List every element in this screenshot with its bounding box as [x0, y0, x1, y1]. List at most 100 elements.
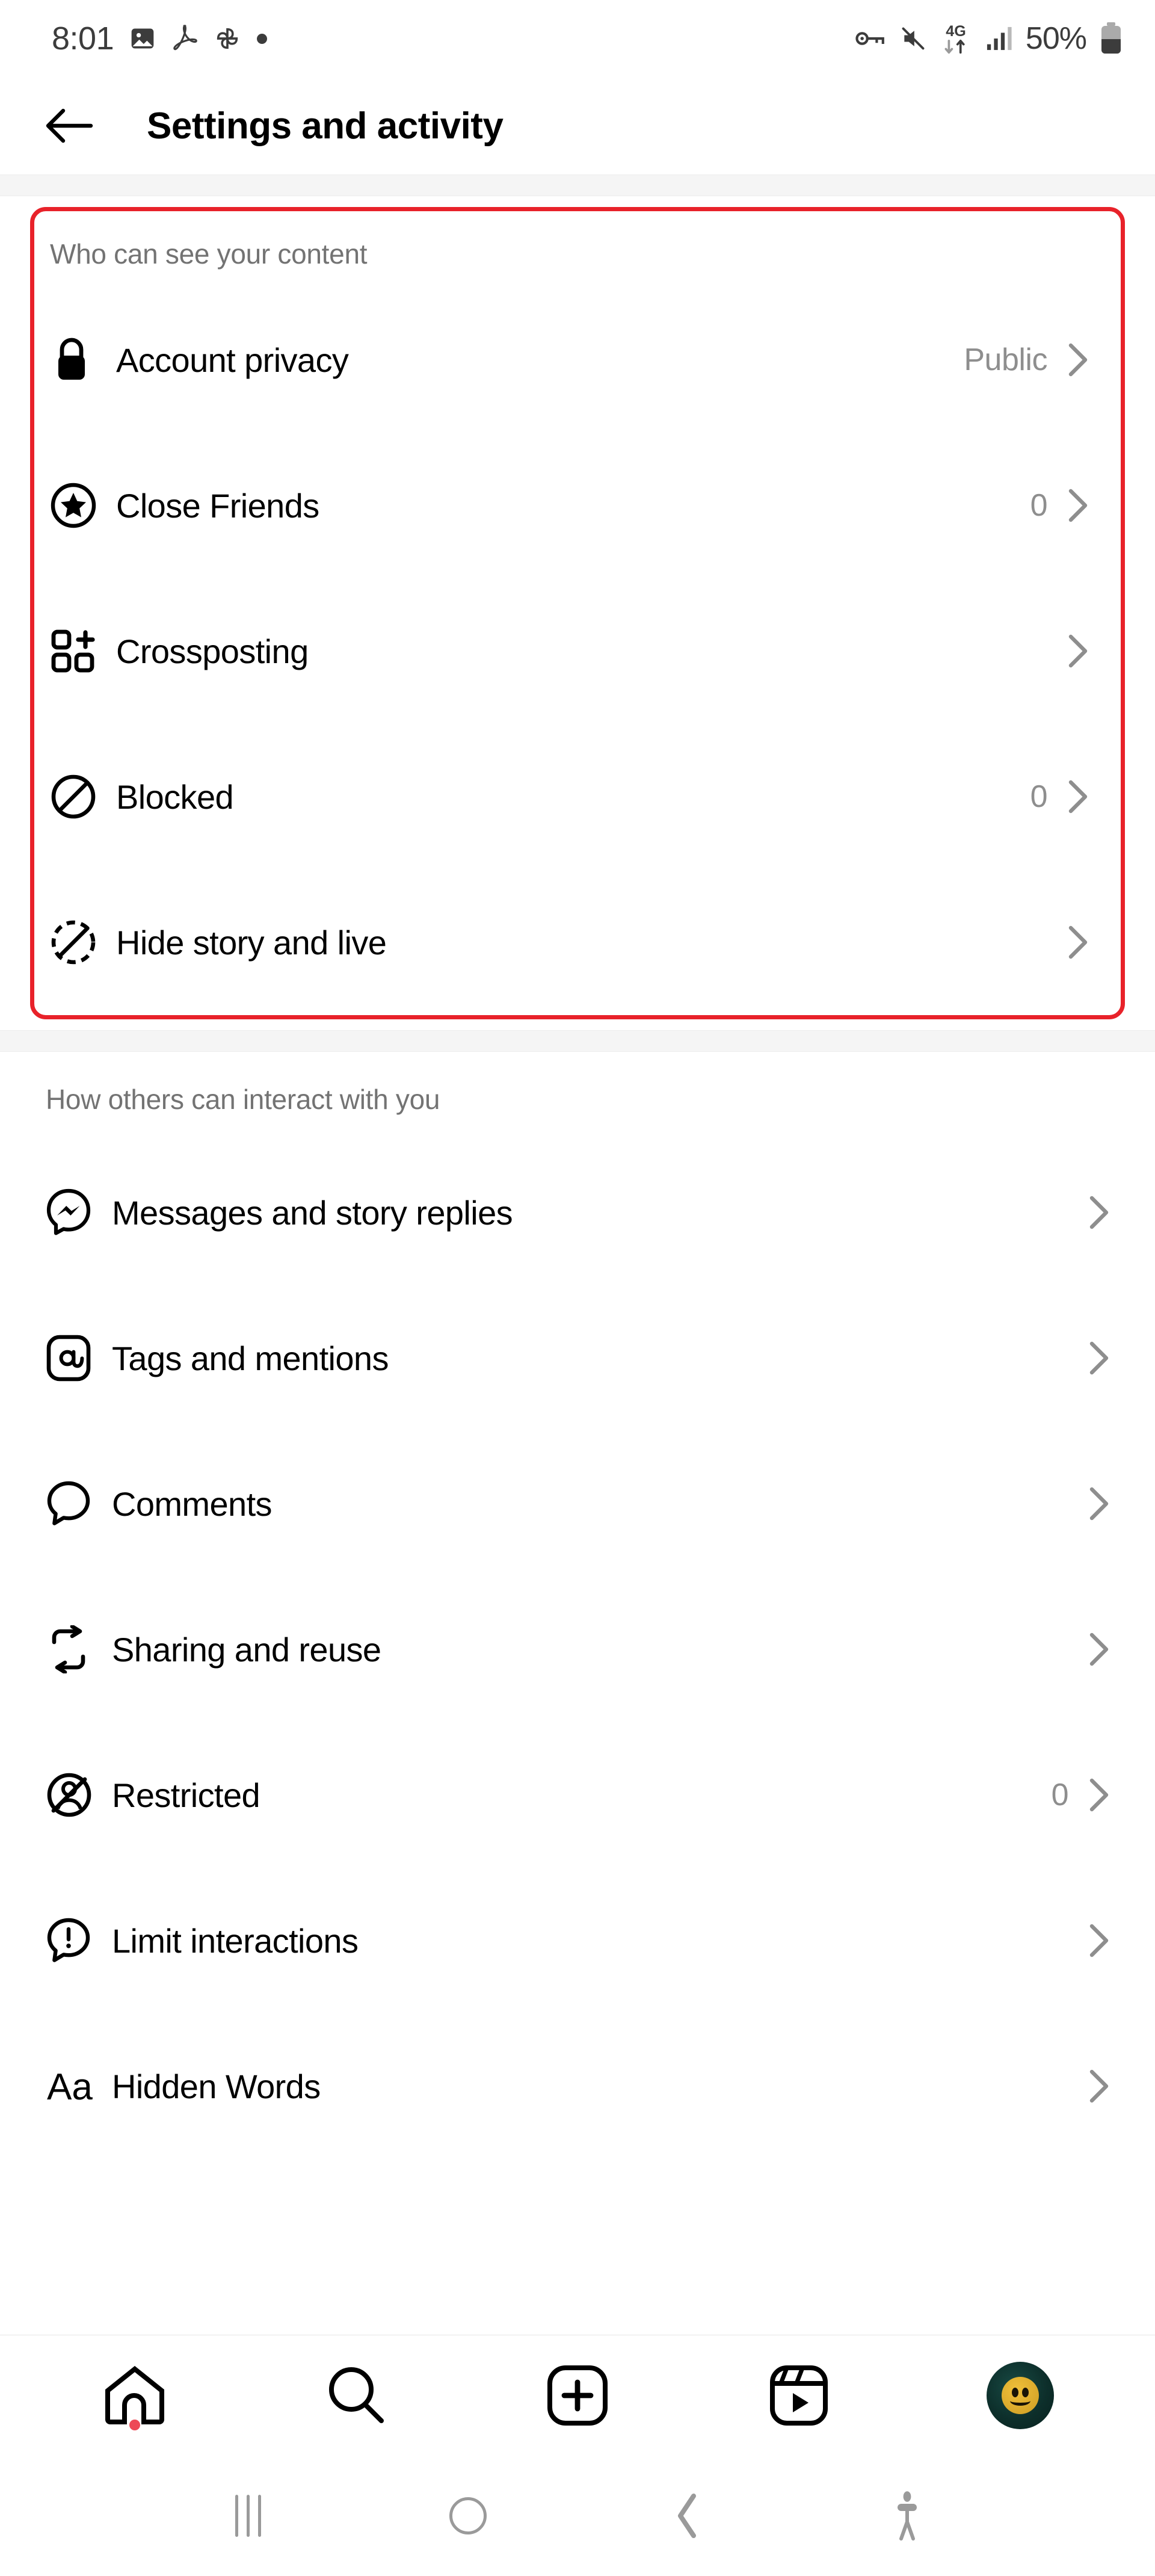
- list-item-label: Crossposting: [116, 632, 309, 670]
- search-icon: [329, 2367, 384, 2423]
- list-item-comments[interactable]: Comments: [0, 1431, 1155, 1577]
- list-item-value: Public: [964, 342, 1047, 377]
- section-title-how-others-interact: How others can interact with you: [46, 1084, 440, 1115]
- hide-story-icon: [50, 919, 116, 966]
- list-item-limit-interactions[interactable]: Limit interactions: [0, 1868, 1155, 2013]
- create-icon: [547, 2365, 608, 2426]
- chevron-right-icon: [1089, 1632, 1109, 1666]
- chevron-right-icon: [1089, 1487, 1109, 1521]
- home-notification-badge: [129, 2419, 140, 2430]
- chevron-right-icon: [1089, 2069, 1109, 2103]
- list-item-label: Close Friends: [116, 486, 319, 525]
- blocked-icon: [50, 773, 116, 820]
- restricted-icon: [46, 1771, 112, 1818]
- messenger-icon: [46, 1188, 112, 1237]
- nav-reels[interactable]: [751, 2347, 847, 2444]
- signal-bars-icon: [987, 26, 1012, 51]
- list-item-close-friends[interactable]: Close Friends 0: [34, 433, 1121, 578]
- nav-search[interactable]: [308, 2347, 404, 2444]
- section-title-who-can-see: Who can see your content: [50, 238, 368, 270]
- page-title: Settings and activity: [147, 105, 504, 147]
- pinwheel-icon: [217, 28, 238, 49]
- list-item-sharing-and-reuse[interactable]: Sharing and reuse: [0, 1577, 1155, 1722]
- list-item-crossposting[interactable]: Crossposting: [34, 578, 1121, 724]
- section-divider-top: [0, 175, 1155, 196]
- pdf-icon: [173, 25, 197, 51]
- svg-text:4G: 4G: [946, 23, 966, 40]
- chevron-right-icon: [1068, 634, 1088, 668]
- recents-icon: [235, 2494, 261, 2537]
- android-recents-button[interactable]: [212, 2480, 285, 2552]
- home-icon: [105, 2365, 164, 2424]
- list-item-label: Tags and mentions: [112, 1339, 389, 1377]
- list-item-account-privacy[interactable]: Account privacy Public: [34, 287, 1121, 433]
- chevron-right-icon: [1089, 1196, 1109, 1229]
- list-item-label: Account privacy: [116, 341, 349, 379]
- crossposting-icon: [50, 628, 116, 674]
- android-home-button[interactable]: [432, 2480, 504, 2552]
- status-bar-clock: 8:01: [52, 20, 114, 57]
- back-arrow-icon: [46, 108, 93, 143]
- chevron-right-icon: [1089, 1924, 1109, 1957]
- section-how-others-can-interact-with-you: How others can interact with you Message…: [0, 1052, 1155, 2159]
- 4g-data-icon: 4G: [944, 23, 966, 54]
- close-friends-icon: [50, 482, 116, 529]
- limit-icon: [46, 1917, 112, 1965]
- chevron-right-icon: [1089, 1778, 1109, 1812]
- smiley-face-icon: [1002, 2376, 1039, 2414]
- section-who-can-see-your-content: Who can see your content Account privacy…: [0, 207, 1155, 1019]
- app-header: Settings and activity: [0, 77, 1155, 175]
- list-item-label: Sharing and reuse: [112, 1630, 381, 1669]
- back-chevron-icon: [677, 2493, 696, 2538]
- status-bar-right: 4G 50%: [855, 20, 1123, 57]
- list-item-blocked[interactable]: Blocked 0: [34, 724, 1121, 869]
- list-item-label: Hidden Words: [112, 2067, 321, 2105]
- list-item-value: 0: [1051, 1778, 1069, 1812]
- back-button[interactable]: [43, 100, 95, 152]
- at-icon: [46, 1334, 112, 1382]
- phone-screen: 8:01 4G 50% Settings and activity Who ca…: [0, 0, 1155, 2576]
- reels-icon: [770, 2365, 828, 2426]
- vpn-key-icon: [855, 32, 884, 45]
- lock-icon: [50, 336, 116, 383]
- chevron-right-icon: [1089, 1341, 1109, 1375]
- nav-create[interactable]: [529, 2347, 626, 2444]
- chevron-right-icon: [1068, 925, 1088, 959]
- chevron-right-icon: [1068, 343, 1088, 377]
- android-accessibility-button[interactable]: [871, 2480, 943, 2552]
- section-divider-middle: [0, 1030, 1155, 1052]
- image-icon: [131, 28, 154, 49]
- reuse-icon: [46, 1625, 112, 1673]
- profile-avatar-icon: [987, 2361, 1054, 2429]
- hidden-words-icon: Aa: [46, 2065, 112, 2108]
- list-item-label: Limit interactions: [112, 1921, 359, 1960]
- bottom-navigation-bar: [0, 2335, 1155, 2455]
- nav-profile[interactable]: [972, 2347, 1068, 2444]
- dot-icon: [257, 33, 268, 44]
- list-item-label: Messages and story replies: [112, 1193, 513, 1232]
- battery-percent-label: 50%: [1025, 21, 1087, 56]
- list-item-hidden-words[interactable]: Aa Hidden Words: [0, 2013, 1155, 2159]
- status-bar: 8:01 4G 50%: [0, 0, 1155, 77]
- android-navigation-bar: [0, 2455, 1155, 2576]
- status-bar-left: 8:01: [52, 20, 268, 57]
- mute-icon: [902, 27, 925, 50]
- android-back-button[interactable]: [651, 2480, 724, 2552]
- svg-text:Aa: Aa: [47, 2066, 93, 2108]
- list-item-label: Blocked: [116, 777, 234, 816]
- list-item-tags-and-mentions[interactable]: Tags and mentions: [0, 1285, 1155, 1431]
- list-item-value: 0: [1030, 488, 1048, 523]
- home-circle-icon: [449, 2497, 487, 2534]
- list-item-restricted[interactable]: Restricted 0: [0, 1722, 1155, 1868]
- list-item-hide-story-and-live[interactable]: Hide story and live: [34, 869, 1121, 1015]
- accessibility-icon: [897, 2491, 917, 2540]
- chevron-right-icon: [1068, 489, 1088, 522]
- nav-home[interactable]: [87, 2347, 183, 2444]
- list-item-label: Restricted: [112, 1776, 260, 1814]
- highlight-box: Who can see your content Account privacy…: [30, 207, 1125, 1019]
- chevron-right-icon: [1068, 780, 1088, 814]
- list-item-label: Hide story and live: [116, 923, 387, 962]
- list-item-label: Comments: [112, 1484, 273, 1523]
- list-item-value: 0: [1030, 779, 1048, 814]
- list-item-messages-and-story-replies[interactable]: Messages and story replies: [0, 1140, 1155, 1285]
